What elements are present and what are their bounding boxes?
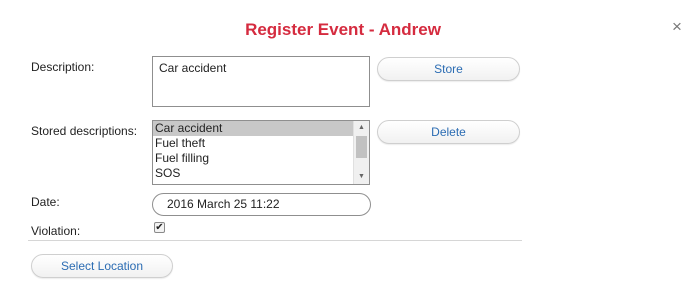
stored-description-item[interactable]: Fuel filling — [153, 151, 353, 166]
stored-description-item[interactable]: Fuel theft — [153, 136, 353, 151]
delete-button[interactable]: Delete — [377, 120, 520, 144]
stored-descriptions-listbox[interactable]: Car accident Fuel theft Fuel filling SOS… — [152, 120, 370, 185]
checkmark-icon: ✔ — [155, 222, 164, 233]
dialog-title: Register Event - Andrew — [245, 20, 441, 39]
violation-label: Violation: — [31, 224, 81, 238]
stored-description-item[interactable]: SOS — [153, 166, 353, 181]
scrollbar-thumb[interactable] — [356, 136, 367, 158]
scroll-down-arrow-icon[interactable]: ▼ — [354, 170, 369, 184]
date-label: Date: — [31, 195, 60, 209]
description-label: Description: — [31, 60, 95, 74]
close-icon[interactable]: × — [672, 18, 682, 35]
divider — [28, 240, 522, 241]
date-field[interactable]: 2016 March 25 11:22 — [152, 193, 371, 216]
scroll-up-arrow-icon[interactable]: ▲ — [354, 121, 369, 135]
store-button[interactable]: Store — [377, 57, 520, 81]
select-location-button[interactable]: Select Location — [31, 254, 173, 278]
listbox-scrollbar[interactable]: ▲ ▼ — [353, 121, 369, 184]
stored-descriptions-label: Stored descriptions: — [31, 124, 138, 138]
stored-description-item[interactable]: Car accident — [153, 121, 353, 136]
violation-checkbox[interactable]: ✔ — [154, 222, 165, 233]
description-textarea[interactable]: Car accident — [152, 56, 370, 107]
